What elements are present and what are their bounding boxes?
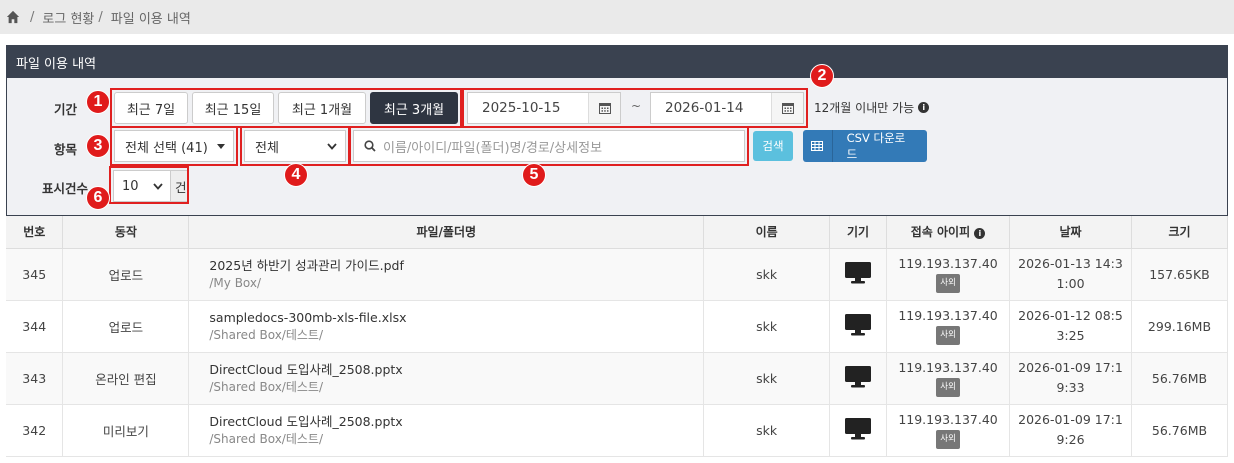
- marker-6: 6: [86, 186, 110, 210]
- home-icon[interactable]: [6, 10, 20, 24]
- table-row[interactable]: 345 업로드 2025년 하반기 성과관리 가이드.pdf/My Box/skk 1…: [6, 248, 1229, 301]
- row-file-path: /My Box/: [209, 275, 262, 290]
- desktop-icon: [844, 417, 872, 444]
- breadcrumb-separator: /: [98, 9, 103, 25]
- file-usage-table: 번호 동작 파일/폴더명 이름 기기 접속 아이피 i 날짜 크기 345 업로드…: [6, 216, 1229, 457]
- table-row[interactable]: 343 온라인 편집 DirectCloud 도입사례_2508.pptx/Shar…: [6, 352, 1229, 405]
- row-file-name[interactable]: 2025년 하반기 성과관리 가이드.pdf: [209, 257, 703, 275]
- row-user-name: skk: [703, 352, 831, 405]
- annotation-box-2: [462, 88, 808, 128]
- column-header-name[interactable]: 이름: [703, 216, 831, 249]
- row-file-path: /Shared Box/테스트/: [209, 327, 324, 342]
- row-number: 344: [6, 300, 64, 353]
- desktop-icon: [844, 261, 872, 288]
- column-header-size[interactable]: 크기: [1131, 216, 1229, 249]
- csv-download-label: CSV 다운로드: [846, 131, 906, 161]
- item-label: 항목: [54, 142, 78, 157]
- row-action: 업로드: [62, 300, 190, 353]
- annotation-box-6: [109, 166, 189, 204]
- row-size: 56.76MB: [1131, 404, 1229, 457]
- external-badge: 사외: [936, 326, 960, 345]
- row-file-name[interactable]: sampledocs-300mb-xls-file.xlsx: [209, 309, 703, 327]
- column-header-ip[interactable]: 접속 아이피 i: [886, 216, 1011, 249]
- annotation-box-1: [110, 88, 462, 128]
- row-file-name[interactable]: DirectCloud 도입사례_2508.pptx: [209, 361, 703, 379]
- row-user-name: skk: [703, 300, 831, 353]
- period-label: 기간: [54, 102, 78, 117]
- row-device: [829, 404, 888, 457]
- breadcrumb: / 로그 현황 / 파일 이용 내역: [0, 0, 1234, 34]
- info-icon[interactable]: i: [918, 102, 930, 113]
- external-badge: 사외: [936, 430, 960, 449]
- row-device: [829, 248, 888, 301]
- row-user-name: skk: [703, 248, 831, 301]
- row-date: 2026-01-09 17:19:26: [1009, 404, 1132, 457]
- table-row[interactable]: 344 업로드 sampledocs-300mb-xls-file.xlsx/Sha…: [6, 300, 1229, 353]
- row-number: 345: [6, 248, 64, 301]
- row-ip: 119.193.137.40: [898, 308, 998, 323]
- row-device: [829, 352, 888, 405]
- row-size: 299.16MB: [1131, 300, 1229, 353]
- row-number: 343: [6, 352, 64, 405]
- table-header-row: 번호 동작 파일/폴더명 이름 기기 접속 아이피 i 날짜 크기: [6, 216, 1229, 249]
- row-date: 2026-01-12 08:53:25: [1009, 300, 1132, 353]
- row-ip: 119.193.137.40: [898, 360, 998, 375]
- breadcrumb-item-file-usage: 파일 이용 내역: [110, 11, 191, 27]
- annotation-box-5: [349, 126, 749, 166]
- row-size: 157.65KB: [1131, 248, 1229, 301]
- row-ip-cell: 119.193.137.40 사외: [886, 352, 1011, 405]
- row-action: 미리보기: [62, 404, 190, 457]
- row-file-cell: 2025년 하반기 성과관리 가이드.pdf/My Box/: [188, 248, 705, 301]
- row-file-path: /Shared Box/테스트/: [209, 431, 324, 446]
- marker-4: 4: [284, 163, 308, 187]
- external-badge: 사외: [936, 274, 960, 293]
- row-action: 업로드: [62, 248, 190, 301]
- row-file-cell: DirectCloud 도입사례_2508.pptx/Shared Box/테스…: [188, 404, 705, 457]
- marker-5: 5: [522, 163, 546, 187]
- table-row[interactable]: 342 미리보기 DirectCloud 도입사례_2508.pptx/Shared…: [6, 404, 1229, 457]
- row-number: 342: [6, 404, 64, 457]
- column-header-file[interactable]: 파일/폴더명: [188, 216, 705, 249]
- period-hint-text: 12개월 이내만 가능: [814, 101, 915, 115]
- external-badge: 사외: [936, 378, 960, 397]
- column-header-ip-text: 접속 아이피: [910, 225, 971, 240]
- row-size: 56.76MB: [1131, 352, 1229, 405]
- desktop-icon: [844, 365, 872, 392]
- marker-3: 3: [86, 134, 110, 158]
- row-ip-cell: 119.193.137.40 사외: [886, 300, 1011, 353]
- row-file-cell: sampledocs-300mb-xls-file.xlsx/Shared Bo…: [188, 300, 705, 353]
- period-hint: 12개월 이내만 가능 i: [814, 99, 930, 116]
- breadcrumb-item-log-status[interactable]: 로그 현황: [42, 8, 94, 27]
- row-file-cell: DirectCloud 도입사례_2508.pptx/Shared Box/테스…: [188, 352, 705, 405]
- row-ip-cell: 119.193.137.40 사외: [886, 404, 1011, 457]
- annotation-box-3: [110, 126, 238, 166]
- row-ip: 119.193.137.40: [898, 256, 998, 271]
- csv-download-button[interactable]: CSV 다운로드: [803, 130, 927, 162]
- marker-1: 1: [86, 90, 110, 114]
- panel-title: 파일 이용 내역: [7, 46, 1227, 78]
- column-header-action[interactable]: 동작: [62, 216, 190, 249]
- display-count-label: 표시건수: [42, 181, 89, 196]
- row-ip-cell: 119.193.137.40 사외: [886, 248, 1011, 301]
- row-action: 온라인 편집: [62, 352, 190, 405]
- row-user-name: skk: [703, 404, 831, 457]
- row-file-path: /Shared Box/테스트/: [209, 379, 324, 394]
- table-icon: [803, 130, 833, 162]
- breadcrumb-separator: /: [30, 9, 35, 25]
- desktop-icon: [844, 313, 872, 340]
- column-header-device[interactable]: 기기: [829, 216, 888, 249]
- search-button[interactable]: 검색: [753, 131, 793, 161]
- column-header-date[interactable]: 날짜: [1009, 216, 1132, 249]
- row-ip: 119.193.137.40: [898, 412, 998, 427]
- marker-2: 2: [810, 64, 834, 88]
- row-device: [829, 300, 888, 353]
- row-date: 2026-01-09 17:19:33: [1009, 352, 1132, 405]
- annotation-box-4: [240, 126, 350, 166]
- column-header-number[interactable]: 번호: [6, 216, 64, 249]
- row-date: 2026-01-13 14:31:00: [1009, 248, 1132, 301]
- row-file-name[interactable]: DirectCloud 도입사례_2508.pptx: [209, 413, 703, 431]
- info-icon[interactable]: i: [974, 228, 986, 240]
